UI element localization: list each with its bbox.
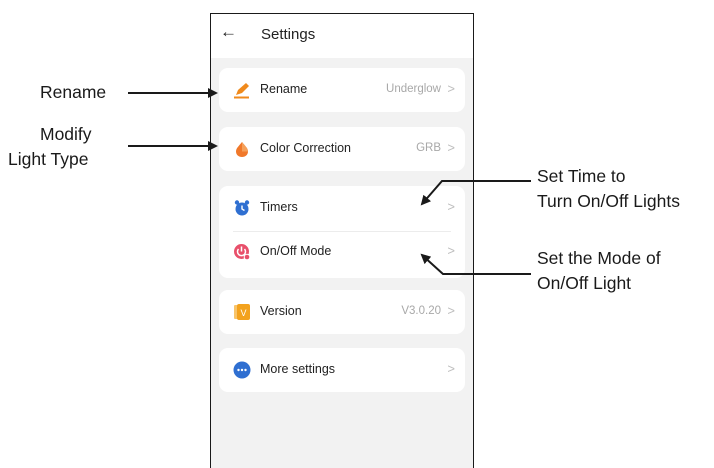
arrow-mode: [420, 253, 531, 275]
callout-arrows: [128, 88, 531, 275]
arrow-timer: [420, 180, 531, 206]
